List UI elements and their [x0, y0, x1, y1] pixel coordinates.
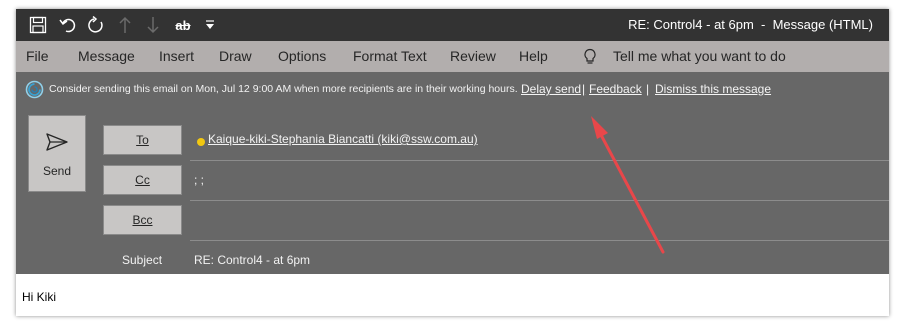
tab-message[interactable]: Message	[78, 41, 135, 72]
info-bar: Consider sending this email on Mon, Jul …	[16, 72, 889, 107]
send-button[interactable]: Send	[28, 115, 86, 192]
cc-button[interactable]: Cc	[103, 165, 182, 195]
bcc-label: Bcc	[132, 213, 153, 227]
next-item-icon[interactable]	[144, 13, 162, 37]
tab-draw[interactable]: Draw	[219, 41, 252, 72]
strikethrough-text: ab	[175, 17, 191, 33]
subject-field[interactable]: RE: Control4 - at 6pm	[194, 253, 310, 267]
info-message: Consider sending this email on Mon, Jul …	[49, 83, 518, 95]
send-icon	[45, 132, 69, 157]
window-title: RE: Control4 - at 6pm - Message (HTML)	[628, 17, 873, 32]
presence-dot	[196, 134, 206, 152]
tab-options[interactable]: Options	[278, 41, 326, 72]
message-body[interactable]: Hi Kiki	[16, 274, 889, 316]
subject-label: Subject	[122, 253, 163, 267]
swirl-info-icon	[25, 80, 44, 102]
tab-review[interactable]: Review	[450, 41, 496, 72]
info-separator: |	[582, 82, 586, 96]
delay-send-link[interactable]: Delay send	[521, 72, 581, 106]
to-label: To	[136, 133, 149, 147]
dismiss-separator: |	[646, 82, 650, 96]
compose-header: Consider sending this email on Mon, Jul …	[16, 72, 889, 274]
cc-field[interactable]: ; ;	[194, 173, 204, 187]
outlook-compose-window: ab RE: Control4 - at 6pm - Message (HTML…	[16, 9, 889, 316]
to-recipient[interactable]: Kaique-kiki-Stephania Biancatti (kiki@ss…	[208, 132, 478, 146]
previous-item-icon[interactable]	[116, 13, 134, 37]
redo-icon[interactable]	[86, 13, 106, 37]
save-icon[interactable]	[28, 13, 48, 37]
tab-format-text[interactable]: Format Text	[353, 41, 427, 72]
send-label: Send	[42, 164, 72, 178]
bcc-divider	[190, 240, 889, 241]
lightbulb-icon[interactable]	[583, 48, 597, 69]
ribbon-tabs: File Message Insert Draw Options Format …	[16, 41, 889, 72]
tab-file[interactable]: File	[26, 41, 49, 72]
tell-me-search[interactable]: Tell me what you want to do	[613, 41, 786, 72]
tab-help[interactable]: Help	[519, 41, 548, 72]
cc-label: Cc	[135, 173, 150, 187]
feedback-link[interactable]: Feedback	[589, 72, 642, 106]
title-bar: ab RE: Control4 - at 6pm - Message (HTML…	[16, 9, 889, 41]
to-button[interactable]: To	[103, 125, 182, 155]
undo-icon[interactable]	[58, 13, 78, 37]
greeting-text: Hi Kiki	[22, 290, 57, 304]
cc-divider	[190, 200, 889, 201]
bcc-button[interactable]: Bcc	[103, 205, 182, 235]
customize-dropdown-icon[interactable]	[204, 13, 216, 37]
tab-insert[interactable]: Insert	[159, 41, 194, 72]
dismiss-message-link[interactable]: Dismiss this message	[655, 72, 771, 106]
strikethrough-icon[interactable]: ab	[172, 13, 194, 37]
to-divider	[190, 160, 889, 161]
